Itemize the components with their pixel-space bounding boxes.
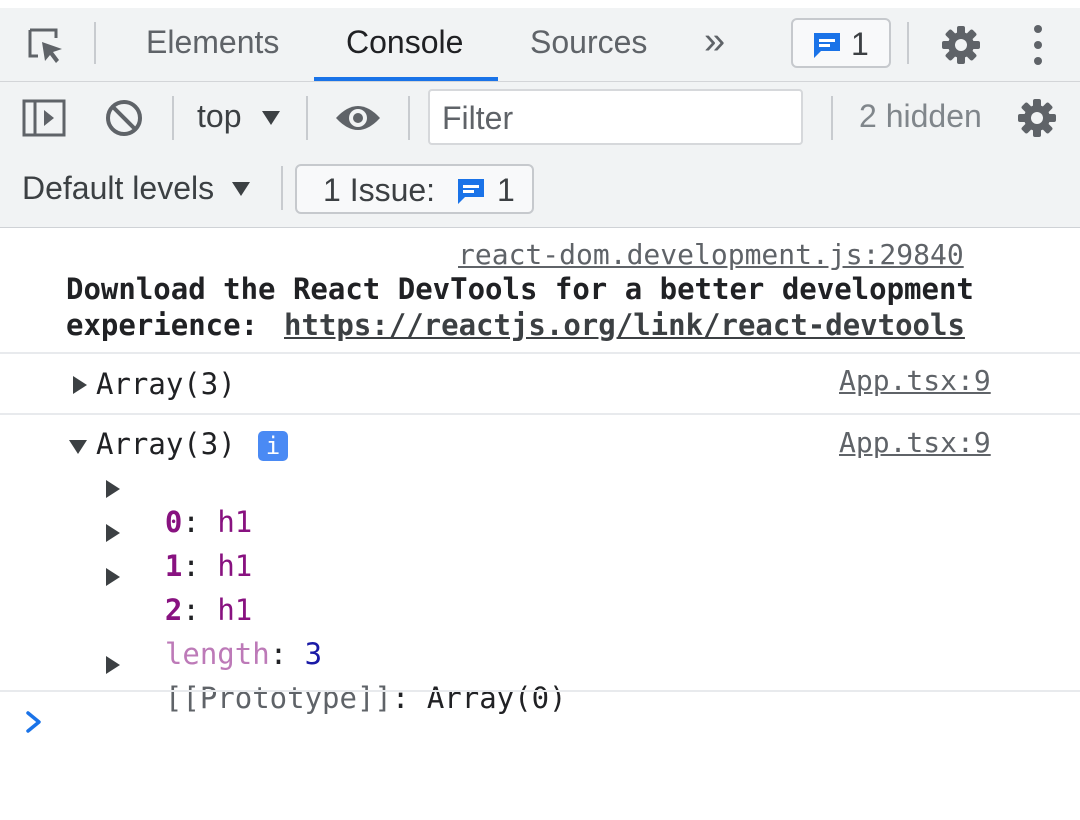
- issues-counter-button[interactable]: 1: [791, 18, 891, 68]
- toolbar-divider: [281, 166, 283, 210]
- message-divider: [0, 413, 1080, 415]
- more-tabs-button[interactable]: »: [704, 20, 725, 63]
- gear-icon[interactable]: [940, 24, 982, 66]
- clear-console-icon[interactable]: [104, 98, 144, 138]
- array-label[interactable]: Array(3): [96, 427, 236, 461]
- sidebar-icon[interactable]: [22, 98, 66, 138]
- log-message-prefix: experience:: [66, 308, 276, 342]
- eye-icon[interactable]: [334, 100, 382, 136]
- toolbar-divider: [831, 96, 833, 140]
- issues-count: 1: [497, 172, 515, 208]
- array-label[interactable]: Array(3): [96, 367, 236, 401]
- expand-triangle-icon[interactable]: [106, 656, 120, 674]
- tab-console[interactable]: Console: [346, 24, 463, 61]
- context-selector[interactable]: top: [197, 98, 241, 135]
- chat-icon: [811, 30, 843, 60]
- source-link[interactable]: react-dom.development.js:29840: [458, 238, 964, 271]
- tab-sources[interactable]: Sources: [530, 24, 647, 61]
- issues-count: 1: [851, 26, 869, 62]
- kebab-icon[interactable]: [1030, 24, 1046, 66]
- filter-input[interactable]: Filter: [428, 89, 803, 145]
- toolbar-divider: [306, 96, 308, 140]
- toolbar-divider: [408, 96, 410, 140]
- active-tab-indicator: [314, 77, 498, 81]
- expand-triangle-icon[interactable]: [73, 376, 87, 394]
- chat-icon: [455, 176, 487, 206]
- inspect-icon[interactable]: [26, 26, 66, 66]
- prompt-chevron-icon: [24, 710, 44, 734]
- log-levels-dropdown[interactable]: Default levels: [22, 170, 214, 207]
- hidden-count: 2 hidden: [859, 98, 982, 134]
- chevron-down-icon: [232, 182, 250, 196]
- message-divider: [0, 690, 1080, 692]
- info-icon[interactable]: i: [258, 431, 288, 461]
- source-link[interactable]: App.tsx:9: [839, 364, 991, 397]
- console-prompt-input[interactable]: [60, 700, 1060, 744]
- gear-icon[interactable]: [1016, 97, 1058, 139]
- expand-triangle-icon[interactable]: [106, 524, 120, 542]
- issues-button[interactable]: 1 Issue: 1: [295, 164, 534, 214]
- expand-triangle-icon[interactable]: [106, 568, 120, 586]
- message-divider: [0, 352, 1080, 354]
- collapse-triangle-icon[interactable]: [69, 440, 87, 454]
- top-strip: [0, 0, 1080, 8]
- expand-triangle-icon[interactable]: [106, 480, 120, 498]
- chevron-down-icon: [262, 111, 280, 125]
- tab-divider: [94, 22, 96, 64]
- tab-elements[interactable]: Elements: [146, 24, 279, 61]
- issues-label: 1 Issue:: [323, 172, 436, 208]
- tab-divider: [907, 22, 909, 64]
- toolbar-divider: [172, 96, 174, 140]
- source-link[interactable]: App.tsx:9: [839, 426, 991, 459]
- info-badge-text: i: [265, 432, 281, 460]
- devtools-link[interactable]: https://reactjs.org/link/react-devtools: [284, 308, 965, 342]
- log-message-text: Download the React DevTools for a better…: [66, 272, 974, 306]
